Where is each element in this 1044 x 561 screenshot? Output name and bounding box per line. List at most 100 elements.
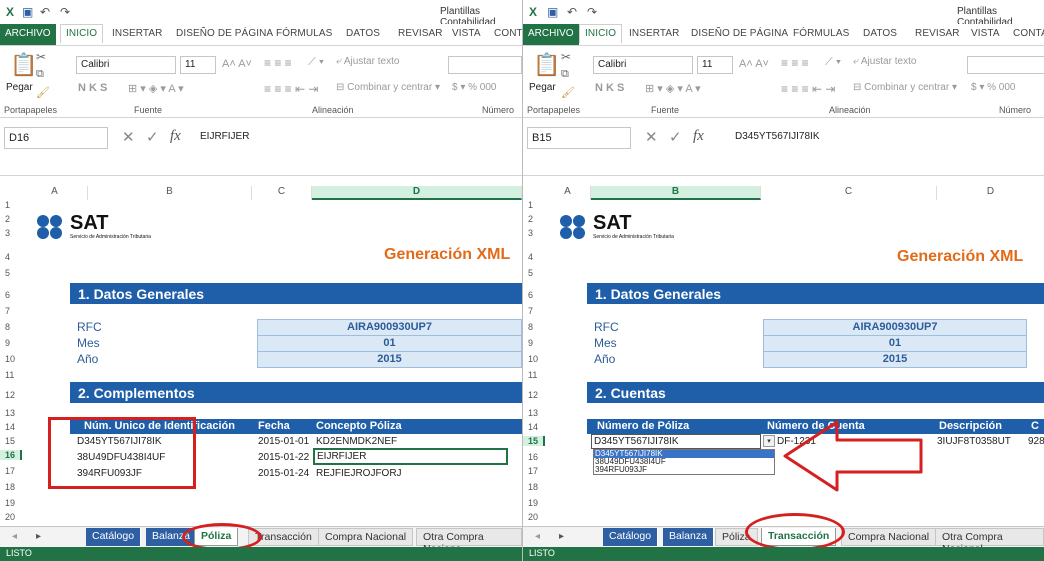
row-header[interactable]: 16 bbox=[523, 452, 545, 462]
column-header-d[interactable]: D bbox=[312, 186, 522, 200]
number-format-select[interactable] bbox=[967, 56, 1044, 74]
row-header[interactable]: 4 bbox=[0, 252, 22, 262]
sheet-tab-otra-compra[interactable]: Otra Compra Naciona bbox=[416, 528, 522, 555]
row-header[interactable]: 4 bbox=[523, 252, 545, 262]
row-header[interactable]: 3 bbox=[0, 228, 22, 238]
row-header[interactable]: 9 bbox=[523, 338, 545, 348]
dropdown-arrow-icon[interactable]: ▾ bbox=[763, 435, 775, 447]
row-header[interactable]: 20 bbox=[523, 512, 545, 522]
tab-inicio[interactable]: INICIO bbox=[579, 24, 623, 43]
row-header[interactable]: 19 bbox=[0, 498, 22, 508]
tab-formulas[interactable]: FÓRMULAS bbox=[793, 28, 849, 39]
save-icon[interactable]: ▣ bbox=[547, 5, 558, 19]
format-painter-icon[interactable]: 🖌 bbox=[561, 86, 575, 99]
row-header[interactable]: 15 bbox=[0, 436, 22, 446]
orientation-icon[interactable]: ⟋ ▾ bbox=[825, 56, 841, 69]
name-box[interactable]: D16 bbox=[4, 127, 108, 149]
cancel-icon[interactable]: ✕ bbox=[122, 128, 135, 146]
paste-button[interactable]: Pegar bbox=[529, 82, 556, 93]
cell-fecha[interactable]: 2015-01-22 bbox=[258, 452, 309, 463]
tab-formulas[interactable]: FÓRMULAS bbox=[276, 28, 332, 39]
sheet-tab-catalogo[interactable]: Catálogo bbox=[86, 528, 142, 546]
row-header[interactable]: 17 bbox=[0, 466, 22, 476]
row-header[interactable]: 12 bbox=[0, 390, 22, 400]
orientation-icon[interactable]: ⟋ ▾ bbox=[308, 56, 324, 69]
row-header[interactable]: 15 bbox=[523, 436, 545, 446]
borders-fill-color-icons[interactable]: ⊞ ▾ ◈ ▾ A ▾ bbox=[128, 82, 184, 95]
bold-italic-underline-buttons[interactable]: N K S bbox=[595, 82, 624, 94]
align-top-icons[interactable]: ≡ ≡ ≡ bbox=[781, 56, 809, 70]
borders-fill-color-icons[interactable]: ⊞ ▾ ◈ ▾ A ▾ bbox=[645, 82, 701, 95]
tab-conta[interactable]: CONTA bbox=[494, 28, 522, 39]
column-header-a[interactable]: A bbox=[22, 186, 88, 200]
formula-input[interactable]: EIJRFIJER bbox=[200, 131, 249, 142]
row-header[interactable]: 7 bbox=[0, 306, 22, 316]
accounting-format-buttons[interactable]: $ ▾ % 000 bbox=[971, 82, 1016, 93]
row-header[interactable]: 5 bbox=[523, 268, 545, 278]
sheet-tab-balanza[interactable]: Balanza bbox=[663, 528, 714, 546]
tab-insertar[interactable]: INSERTAR bbox=[629, 28, 679, 39]
row-header[interactable]: 1 bbox=[523, 200, 545, 210]
sheet-tab-catalogo[interactable]: Catálogo bbox=[603, 528, 659, 546]
row-header[interactable]: 13 bbox=[0, 408, 22, 418]
font-name-select[interactable]: Calibri bbox=[76, 56, 176, 74]
row-header[interactable]: 2 bbox=[523, 214, 545, 224]
align-top-icons[interactable]: ≡ ≡ ≡ bbox=[264, 56, 292, 70]
cell-descripcion[interactable]: 3IUJF8T0358UT bbox=[937, 436, 1011, 447]
cell-concepto[interactable]: REJFIEJROJFORJ bbox=[316, 468, 402, 479]
merge-center-button[interactable]: ⊟ Combinar y centrar ▾ bbox=[336, 82, 440, 93]
row-header[interactable]: 2 bbox=[0, 214, 22, 224]
copy-icon[interactable]: ⧉ bbox=[561, 68, 569, 81]
accounting-format-buttons[interactable]: $ ▾ % 000 bbox=[452, 82, 497, 93]
row-header[interactable]: 1 bbox=[0, 200, 22, 210]
redo-icon[interactable]: ↷ bbox=[60, 5, 70, 19]
format-painter-icon[interactable]: 🖌 bbox=[36, 86, 50, 99]
tab-scroll-left-icon[interactable]: ◂ bbox=[12, 531, 17, 542]
selected-cell-d16[interactable]: EIJRFIJER bbox=[313, 448, 508, 465]
row-header[interactable]: 19 bbox=[523, 498, 545, 508]
name-box[interactable]: B15 bbox=[527, 127, 631, 149]
worksheet-grid[interactable]: A B C D 1 2 3 4 5 6 7 8 9 10 11 12 13 14… bbox=[0, 186, 522, 526]
row-header[interactable]: 11 bbox=[0, 370, 22, 380]
tab-scroll-right-icon[interactable]: ▸ bbox=[559, 531, 564, 542]
row-header[interactable]: 5 bbox=[0, 268, 22, 278]
row-header[interactable]: 16 bbox=[0, 450, 22, 460]
row-header[interactable]: 18 bbox=[0, 482, 22, 492]
column-header-d[interactable]: D bbox=[937, 186, 1044, 200]
row-header[interactable]: 3 bbox=[523, 228, 545, 238]
cell-fecha[interactable]: 2015-01-24 bbox=[258, 468, 309, 479]
worksheet-grid[interactable]: A B C D 1 2 3 4 5 6 7 8 9 10 11 12 13 14… bbox=[523, 186, 1044, 526]
tab-archivo[interactable]: ARCHIVO bbox=[0, 24, 56, 45]
row-header[interactable]: 6 bbox=[0, 290, 22, 300]
tab-revisar[interactable]: REVISAR bbox=[915, 28, 960, 39]
cut-icon[interactable]: ✂ bbox=[561, 50, 571, 64]
grow-font-icon[interactable]: A˄ A˅ bbox=[739, 58, 769, 70]
column-header-b[interactable]: B bbox=[88, 186, 252, 200]
confirm-icon[interactable]: ✓ bbox=[146, 128, 159, 146]
row-header[interactable]: 17 bbox=[523, 466, 545, 476]
tab-datos[interactable]: DATOS bbox=[863, 28, 897, 39]
row-header[interactable]: 14 bbox=[523, 422, 545, 432]
tab-diseno-pagina[interactable]: DISEÑO DE PÁGINA bbox=[176, 28, 273, 39]
tab-datos[interactable]: DATOS bbox=[346, 28, 380, 39]
tab-conta[interactable]: CONTA bbox=[1013, 28, 1044, 39]
cancel-icon[interactable]: ✕ bbox=[645, 128, 658, 146]
number-format-select[interactable] bbox=[448, 56, 522, 74]
row-header[interactable]: 20 bbox=[0, 512, 22, 522]
paste-button[interactable]: Pegar bbox=[6, 82, 33, 93]
column-header-c[interactable]: C bbox=[252, 186, 312, 200]
tab-diseno-pagina[interactable]: DISEÑO DE PÁGINA bbox=[691, 28, 788, 39]
anio-value[interactable]: 2015 bbox=[763, 351, 1027, 368]
sheet-tab-compra-nacional[interactable]: Compra Nacional bbox=[318, 528, 414, 546]
selected-cell-b15[interactable]: D345YT567IJI78IK bbox=[591, 434, 761, 449]
formula-input[interactable]: D345YT567IJI78IK bbox=[735, 131, 820, 142]
row-header[interactable]: 7 bbox=[523, 306, 545, 316]
cell-fecha[interactable]: 2015-01-01 bbox=[258, 436, 309, 447]
mes-value[interactable]: 01 bbox=[763, 335, 1027, 352]
row-header[interactable]: 12 bbox=[523, 390, 545, 400]
grow-font-icon[interactable]: A˄ A˅ bbox=[222, 58, 252, 70]
align-left-center-right-icons[interactable]: ≡ ≡ ≡ ⇤ ⇥ bbox=[264, 82, 318, 96]
wrap-text-button[interactable]: ⤶ Ajustar texto bbox=[336, 56, 399, 67]
tab-insertar[interactable]: INSERTAR bbox=[112, 28, 162, 39]
column-header-c[interactable]: C bbox=[761, 186, 937, 200]
